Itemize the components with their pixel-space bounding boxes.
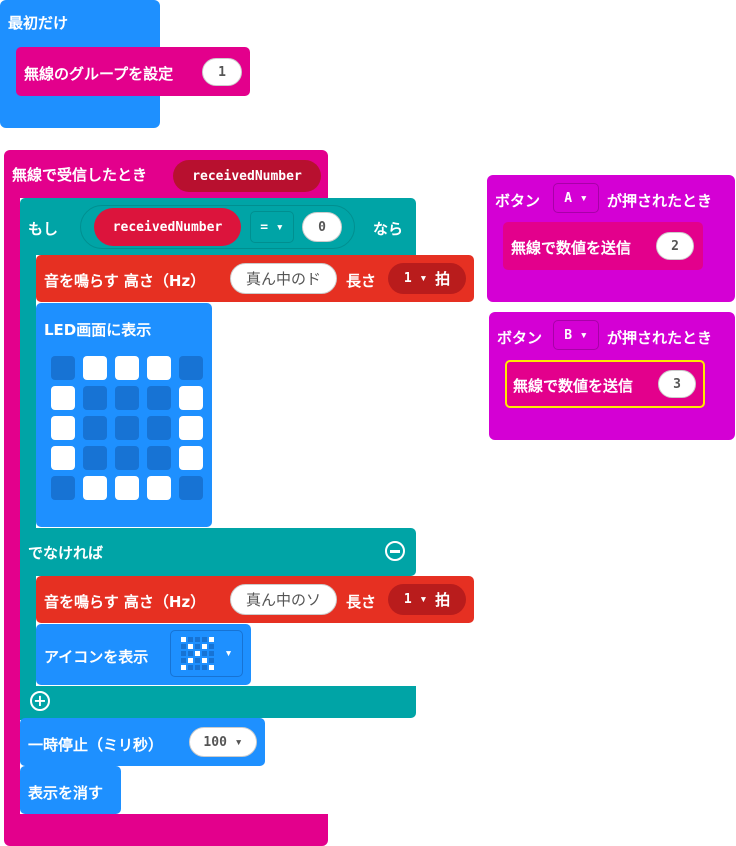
send-number-block-selected[interactable]: 無線で数値を送信 3 [505,360,705,408]
icon-led [187,643,193,649]
icon-led [187,636,193,642]
received-number-var[interactable]: receivedNumber [94,208,241,246]
show-icon-block[interactable]: アイコンを表示 ▾ [36,624,251,685]
icon-led [194,650,200,656]
clear-screen-label: 表示を消す [28,784,104,802]
set-group-block[interactable]: 無線のグループを設定 1 [16,47,250,96]
beat-label: 長さ [346,272,377,290]
icon-led [187,657,193,663]
show-leds-label: LED画面に表示 [44,321,152,339]
beat-dropdown[interactable]: 1 ▾ 拍 [388,263,466,294]
icon-led [208,636,214,642]
led-cell[interactable] [51,416,75,440]
icon-led [194,664,200,670]
led-cell[interactable] [115,356,139,380]
note-input[interactable]: 真ん中のソ [230,584,337,615]
send-value-input[interactable]: 3 [658,370,696,398]
icon-led [201,643,207,649]
led-cell[interactable] [83,386,107,410]
icon-led [180,664,186,670]
remove-else-button[interactable] [385,541,405,561]
if-label: もし [28,220,59,238]
button-label: ボタン [497,329,543,347]
pause-block[interactable]: 一時停止（ミリ秒） 100 ▾ [20,718,265,766]
pause-dropdown[interactable]: 100 ▾ [189,727,257,757]
operator-dropdown[interactable]: = ▾ [250,211,294,243]
send-number-label: 無線で数値を送信 [511,239,632,257]
led-cell[interactable] [51,356,75,380]
icon-dropdown[interactable]: ▾ [170,630,243,677]
led-cell[interactable] [179,356,203,380]
led-cell[interactable] [147,446,171,470]
icon-led [194,657,200,663]
icon-led [201,657,207,663]
icon-led [208,657,214,663]
icon-led [180,650,186,656]
icon-led [180,636,186,642]
led-cell[interactable] [179,416,203,440]
led-cell[interactable] [179,476,203,500]
led-cell[interactable] [179,386,203,410]
led-cell[interactable] [83,356,107,380]
show-leds-block[interactable]: LED画面に表示 [36,303,212,527]
play-tone-label: 音を鳴らす 高さ（Hz） [44,272,206,290]
led-cell[interactable] [115,446,139,470]
icon-led [201,636,207,642]
on-received-label: 無線で受信したとき [12,166,148,184]
icon-led [194,636,200,642]
pressed-label: が押されたとき [607,329,713,347]
icon-led [194,643,200,649]
show-icon-label: アイコンを表示 [44,648,149,666]
icon-led [208,664,214,670]
led-cell[interactable] [51,476,75,500]
led-cell[interactable] [51,446,75,470]
led-cell[interactable] [147,476,171,500]
then-label: なら [373,220,404,238]
button-label: ボタン [495,192,541,210]
on-start-label: 最初だけ [8,14,69,32]
icon-led [187,664,193,670]
note-input[interactable]: 真ん中のド [230,263,337,294]
button-a-dropdown[interactable]: A ▾ [553,183,599,213]
add-else-if-button[interactable]: + [30,691,50,711]
led-cell[interactable] [147,386,171,410]
icon-led [180,643,186,649]
pause-label: 一時停止（ミリ秒） [28,736,164,754]
icon-led [187,650,193,656]
compare-value-input[interactable]: 0 [302,212,342,242]
icon-led [201,650,207,656]
pressed-label: が押されたとき [607,192,713,210]
led-cell[interactable] [115,476,139,500]
led-cell[interactable] [83,446,107,470]
play-tone-label: 音を鳴らす 高さ（Hz） [44,593,206,611]
led-cell[interactable] [147,416,171,440]
led-cell[interactable] [179,446,203,470]
led-cell[interactable] [115,416,139,440]
led-cell[interactable] [83,416,107,440]
led-cell[interactable] [115,386,139,410]
no-icon [180,636,215,671]
clear-screen-block[interactable]: 表示を消す [20,766,121,814]
icon-led [208,643,214,649]
group-value-input[interactable]: 1 [202,58,242,86]
received-number-param[interactable]: receivedNumber [173,160,321,192]
led-cell[interactable] [51,386,75,410]
else-label: でなければ [28,544,104,562]
beat-dropdown[interactable]: 1 ▾ 拍 [388,584,466,615]
send-number-block[interactable]: 無線で数値を送信 2 [503,222,703,270]
led-cell[interactable] [83,476,107,500]
send-value-input[interactable]: 2 [656,232,694,260]
icon-led [180,657,186,663]
icon-led [201,664,207,670]
icon-led [208,650,214,656]
beat-label: 長さ [346,593,377,611]
set-group-label: 無線のグループを設定 [24,65,174,83]
led-cell[interactable] [147,356,171,380]
send-number-label: 無線で数値を送信 [513,377,634,395]
button-b-dropdown[interactable]: B ▾ [553,320,599,350]
